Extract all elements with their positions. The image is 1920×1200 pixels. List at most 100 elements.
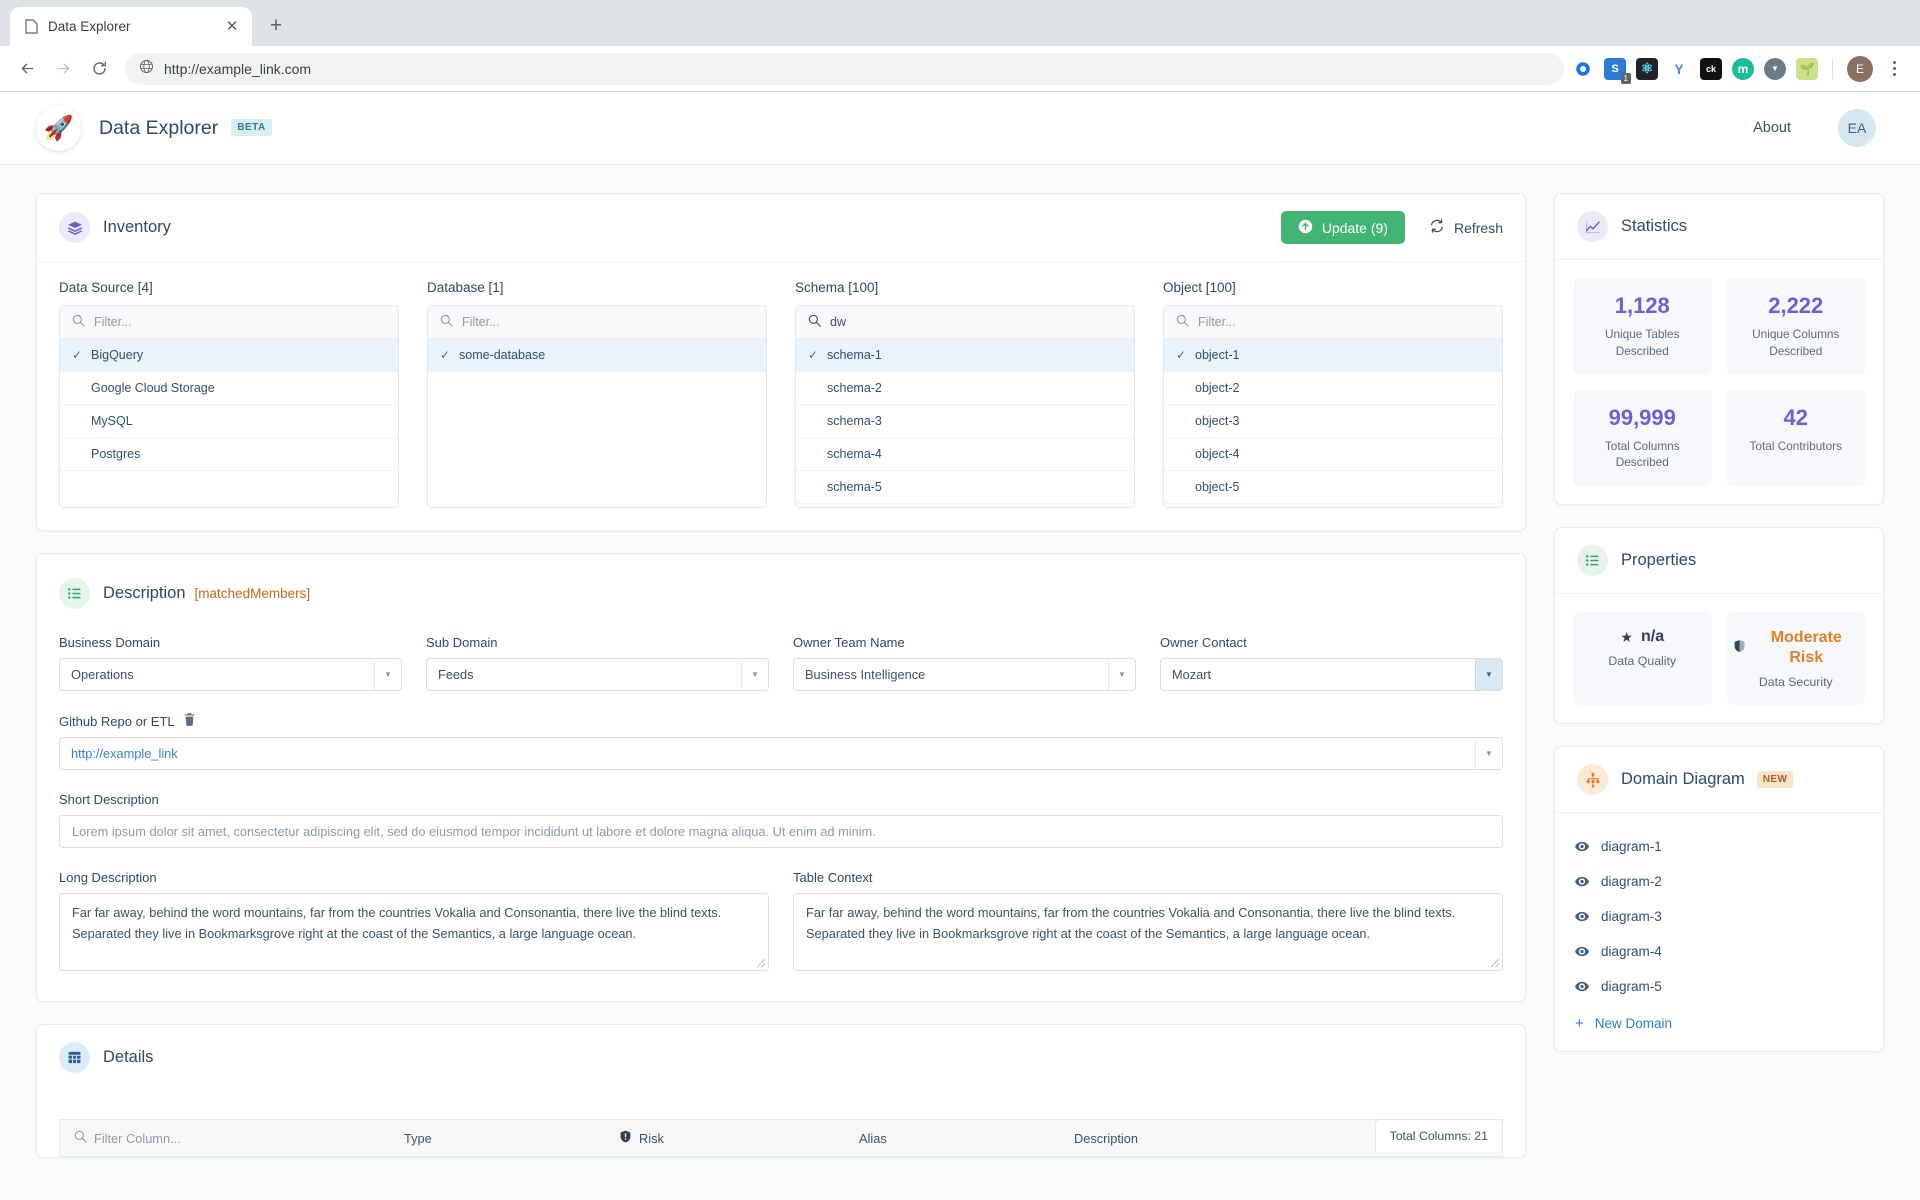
inventory-list-item[interactable]: ✓Postgres xyxy=(60,438,398,471)
inventory-item-label: object-4 xyxy=(1195,447,1240,461)
extension-m-icon[interactable]: m xyxy=(1732,57,1754,80)
eye-icon[interactable] xyxy=(1575,841,1589,852)
new-tab-button[interactable]: + xyxy=(261,11,291,41)
browser-tab[interactable]: Data Explorer ✕ xyxy=(10,7,252,46)
field-select[interactable]: Feeds ▼ xyxy=(426,658,769,691)
field-select[interactable]: Operations ▼ xyxy=(59,658,402,691)
extension-tray: S1 ⚛ Y ck m ▼ 🌱 E xyxy=(1572,55,1909,84)
statistic-value: 1,128 xyxy=(1614,293,1670,318)
plus-icon: + xyxy=(1575,1015,1584,1033)
inventory-item-label: object-1 xyxy=(1195,348,1240,362)
filter-column-input[interactable]: Filter Column... xyxy=(60,1130,390,1146)
address-bar[interactable]: http://example_link.com xyxy=(125,52,1564,85)
inventory-filter-input[interactable]: Filter... xyxy=(428,306,766,339)
about-link[interactable]: About xyxy=(1753,120,1791,136)
description-field: Owner Team Name Business Intelligence ▼ xyxy=(793,635,1136,691)
github-repo-input[interactable]: http://example_link ▼ xyxy=(59,737,1503,770)
column-header-risk[interactable]: Risk xyxy=(605,1130,845,1146)
extension-ck-icon[interactable]: ck xyxy=(1700,57,1722,80)
upload-circle-icon xyxy=(1298,219,1313,237)
chevron-down-icon[interactable]: ▼ xyxy=(374,659,401,690)
inventory-filter-input[interactable]: dw xyxy=(796,306,1134,339)
inventory-list-item[interactable]: ✓schema-3 xyxy=(796,405,1134,438)
search-icon xyxy=(72,314,85,330)
inventory-list[interactable]: Filter...✓BigQuery✓Google Cloud Storage✓… xyxy=(59,305,399,508)
inventory-list-item[interactable]: ✓some_of_destination_name_20191009 xyxy=(1164,504,1502,507)
extension-s-icon[interactable]: S1 xyxy=(1604,57,1631,84)
extension-y-icon[interactable]: Y xyxy=(1668,57,1690,80)
domain-diagram-item[interactable]: diagram-5 xyxy=(1575,969,1863,1004)
domain-diagram-item[interactable]: diagram-1 xyxy=(1575,829,1863,864)
github-repo-value: http://example_link xyxy=(71,746,178,761)
user-avatar[interactable]: EA xyxy=(1838,109,1876,147)
inventory-list-item[interactable]: ✓schema-4 xyxy=(796,438,1134,471)
chevron-down-icon[interactable]: ▼ xyxy=(741,659,768,690)
kebab-menu-icon[interactable] xyxy=(1883,61,1905,76)
inventory-list-item[interactable]: ✓ BigQuery xyxy=(60,339,398,372)
properties-card: Properties ★ n/a Data Quality Moderate R… xyxy=(1554,527,1884,725)
forward-button[interactable] xyxy=(47,53,79,85)
domain-diagram-item[interactable]: diagram-4 xyxy=(1575,934,1863,969)
chevron-down-icon[interactable]: ▼ xyxy=(1475,738,1502,769)
new-domain-button[interactable]: + New Domain xyxy=(1575,1004,1863,1033)
inventory-list-item[interactable]: ✓object-3 xyxy=(1164,405,1502,438)
back-button[interactable] xyxy=(11,53,43,85)
eye-icon[interactable] xyxy=(1575,876,1589,887)
inventory-list-item[interactable]: ✓ object-1 xyxy=(1164,339,1502,372)
eye-icon[interactable] xyxy=(1575,911,1589,922)
column-header-alias[interactable]: Alias xyxy=(845,1131,1060,1146)
statistics-header: Statistics xyxy=(1555,194,1883,260)
domain-diagram-item[interactable]: diagram-2 xyxy=(1575,864,1863,899)
page-body: Inventory Update (9) Refresh Data Source… xyxy=(0,165,1920,1200)
close-icon[interactable]: ✕ xyxy=(222,17,242,37)
eye-icon[interactable] xyxy=(1575,981,1589,992)
data-security-cell: Moderate Risk Data Security xyxy=(1726,612,1865,706)
short-description-input[interactable]: Lorem ipsum dolor sit amet, consectetur … xyxy=(59,815,1503,848)
inventory-list-item[interactable]: ✓MySQL xyxy=(60,405,398,438)
inventory-list-item[interactable]: ✓schema-6 xyxy=(796,504,1134,507)
extension-chevron-icon[interactable]: ▼ xyxy=(1764,57,1786,80)
eye-icon[interactable] xyxy=(1575,946,1589,957)
table-context-textarea[interactable]: Far far away, behind the word mountains,… xyxy=(793,893,1503,971)
reload-button[interactable] xyxy=(83,53,115,85)
inventory-list[interactable]: Filter...✓object-1✓object-2✓object-3✓obj… xyxy=(1163,305,1503,508)
trash-icon[interactable] xyxy=(184,713,195,729)
long-description-textarea[interactable]: Far far away, behind the word mountains,… xyxy=(59,893,769,971)
browser-tab-bar: Data Explorer ✕ + xyxy=(0,0,1920,46)
update-button[interactable]: Update (9) xyxy=(1280,211,1405,244)
inventory-item-label: schema-2 xyxy=(827,381,882,395)
inventory-list-item[interactable]: ✓object-2 xyxy=(1164,372,1502,405)
chevron-down-icon[interactable]: ▼ xyxy=(1475,659,1502,690)
inventory-columns: Data Source [4]Filter...✓BigQuery✓Google… xyxy=(37,262,1525,530)
refresh-button[interactable]: Refresh xyxy=(1429,218,1503,237)
inventory-list-item[interactable]: ✓schema-5 xyxy=(796,471,1134,504)
inventory-list-item[interactable]: ✓ schema-1 xyxy=(796,339,1134,372)
domain-diagram-item[interactable]: diagram-3 xyxy=(1575,899,1863,934)
inventory-list-item[interactable]: ✓object-4 xyxy=(1164,438,1502,471)
rocket-glyph: 🚀 xyxy=(43,114,74,142)
field-value: Mozart xyxy=(1172,667,1212,682)
inventory-column: Schema [100]dw✓schema-1✓schema-2✓schema-… xyxy=(795,280,1135,508)
domain-diagram-card: Domain Diagram NEW diagram-1 diagram-2 dia… xyxy=(1554,746,1884,1053)
data-quality-value: n/a xyxy=(1640,628,1665,645)
extension-seedling-icon[interactable]: 🌱 xyxy=(1796,57,1818,80)
check-icon: ✓ xyxy=(808,348,819,362)
chrome-profile-avatar[interactable]: E xyxy=(1847,55,1873,82)
chevron-down-icon[interactable]: ▼ xyxy=(1108,659,1135,690)
inventory-list-item[interactable]: ✓schema-2 xyxy=(796,372,1134,405)
inventory-list[interactable]: dw✓schema-1✓schema-2✓schema-3✓schema-4✓s… xyxy=(795,305,1135,508)
extension-react-icon[interactable]: ⚛ xyxy=(1636,57,1658,80)
inventory-list-item[interactable]: ✓object-5 xyxy=(1164,471,1502,504)
inventory-filter-text: Filter... xyxy=(94,315,132,329)
inventory-list-item[interactable]: ✓ some-database xyxy=(428,339,766,372)
field-select[interactable]: Mozart ▼ xyxy=(1160,658,1503,691)
inventory-filter-input[interactable]: Filter... xyxy=(1164,306,1502,339)
inventory-list[interactable]: Filter... ✓ some-database xyxy=(427,305,767,508)
field-select[interactable]: Business Intelligence ▼ xyxy=(793,658,1136,691)
description-title: Description xyxy=(103,584,186,602)
inventory-list-item[interactable]: ✓Google Cloud Storage xyxy=(60,372,398,405)
inventory-filter-input[interactable]: Filter... xyxy=(60,306,398,339)
extension-o-icon[interactable] xyxy=(1572,57,1594,80)
globe-icon xyxy=(139,59,154,79)
column-header-type[interactable]: Type xyxy=(390,1131,605,1146)
